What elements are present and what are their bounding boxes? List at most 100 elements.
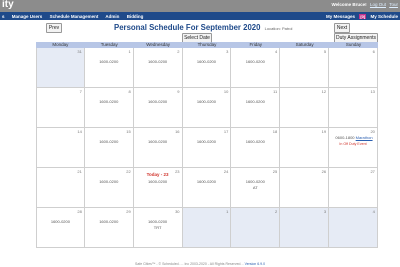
- shift-time[interactable]: 1600-0200: [37, 219, 84, 224]
- day-number: 3: [226, 49, 229, 54]
- shift-time[interactable]: 1600-0200: [183, 99, 231, 104]
- calendar-day-cell[interactable]: 23 Today - 23 1600-0200: [133, 168, 183, 208]
- page-title-text: Personal Schedule For September 2020: [114, 23, 261, 32]
- shift-time[interactable]: 1600-0200: [134, 139, 182, 144]
- day-number: 15: [126, 129, 131, 134]
- day-number: 6: [372, 49, 375, 54]
- shift-time[interactable]: 1600-0200: [85, 99, 133, 104]
- day-number: 25: [272, 169, 278, 174]
- nav-item-partial[interactable]: s: [2, 14, 5, 19]
- calendar-day-cell[interactable]: 18 1600-0200: [231, 128, 281, 168]
- event-link-marathon[interactable]: Marathon: [356, 135, 373, 140]
- event-entry: 0600-1800 Marathon: [331, 135, 377, 140]
- shift-time[interactable]: 1600-0200: [134, 219, 182, 224]
- shift-time[interactable]: 1600-0200: [231, 179, 279, 184]
- calendar-day-cell[interactable]: 15 1600-0200: [84, 128, 134, 168]
- calendar-day-cell[interactable]: 8 1600-0200: [84, 88, 134, 128]
- calendar-day-cell[interactable]: 9 1600-0200: [133, 88, 183, 128]
- shift-time[interactable]: 1600-0200: [231, 59, 279, 64]
- calendar-body: 31 1 1600-0200 2 1600-0200 3 1600-0200 4 1600-02…: [36, 48, 378, 248]
- calendar-day-cell[interactable]: 29 1600-0200: [84, 208, 134, 248]
- top-bar: ity Welcome Bruce! Log Out Tour: [0, 0, 400, 12]
- day-number: 19: [321, 129, 327, 134]
- calendar-day-cell[interactable]: 16 1600-0200: [133, 128, 183, 168]
- calendar-day-cell[interactable]: 4: [329, 208, 378, 248]
- nav-item-schedule-management[interactable]: Schedule Management: [50, 14, 99, 19]
- day-number: 2: [274, 209, 278, 214]
- nav-item-manage-users[interactable]: Manage Users: [12, 14, 43, 19]
- shift-time[interactable]: 1600-0200: [85, 179, 133, 184]
- calendar-day-cell[interactable]: 3: [280, 208, 330, 248]
- tour-link[interactable]: Tour: [389, 2, 398, 7]
- shift-time[interactable]: 1600-0200: [85, 59, 133, 64]
- calendar-day-cell[interactable]: 3 1600-0200: [182, 48, 232, 88]
- calendar-day-cell[interactable]: 27: [329, 168, 378, 208]
- calendar-day-cell[interactable]: 10 1600-0200: [182, 88, 232, 128]
- calendar-day-cell[interactable]: 26: [280, 168, 330, 208]
- day-number: 5: [323, 49, 327, 54]
- shift-time[interactable]: 1600-0200: [231, 139, 279, 144]
- today-label: Today - 23: [146, 172, 169, 177]
- logout-link[interactable]: Log Out: [370, 2, 386, 7]
- calendar-day-cell[interactable]: 12: [280, 88, 330, 128]
- next-month-button[interactable]: Next: [334, 23, 350, 33]
- day-number: 31: [77, 49, 82, 54]
- calendar-day-cell[interactable]: 19: [280, 128, 330, 168]
- day-number: 16: [175, 129, 180, 134]
- day-number: 30: [175, 209, 180, 214]
- calendar-day-cell[interactable]: 5: [280, 48, 330, 88]
- calendar-day-cell[interactable]: 1: [182, 208, 232, 248]
- calendar-day-cell[interactable]: 1 1600-0200: [84, 48, 134, 88]
- calendar-day-cell[interactable]: 25 1600-0200 AT: [231, 168, 281, 208]
- calendar-day-cell[interactable]: 2: [231, 208, 281, 248]
- calendar-day-cell[interactable]: 14: [36, 128, 85, 168]
- nav-item-my-schedule[interactable]: My Schedule: [370, 14, 398, 19]
- calendar-day-cell[interactable]: 22 1600-0200: [84, 168, 134, 208]
- day-number: 17: [223, 129, 229, 134]
- calendar-day-cell[interactable]: 4 1600-0200: [231, 48, 281, 88]
- day-number: 7: [79, 89, 82, 94]
- day-number: 1: [128, 49, 131, 54]
- shift-time[interactable]: 1600-0200: [134, 179, 182, 184]
- day-number: 29: [126, 209, 131, 214]
- calendar-day-cell[interactable]: 21: [36, 168, 85, 208]
- calendar-day-cell[interactable]: 7: [36, 88, 85, 128]
- calendar-day-cell[interactable]: 11 1600-0200: [231, 88, 281, 128]
- calendar-day-cell[interactable]: 2 1600-0200: [133, 48, 183, 88]
- shift-time[interactable]: 1600-0200: [183, 179, 231, 184]
- calendar-day-cell[interactable]: 31: [36, 48, 85, 88]
- calendar-day-cell[interactable]: 30 1600-0200 TRT: [133, 208, 183, 248]
- day-number: 18: [272, 129, 278, 134]
- calendar-week-row: 7 8 1600-0200 9 1600-0200 10 1600-0200 11 1600-0…: [36, 88, 378, 128]
- day-number: 11: [273, 89, 278, 94]
- day-number: 9: [177, 89, 180, 94]
- calendar-day-cell[interactable]: 24 1600-0200: [182, 168, 232, 208]
- calendar-day-cell[interactable]: 28 1600-0200: [36, 208, 85, 248]
- shift-time[interactable]: 1600-0200: [183, 59, 231, 64]
- day-number: 27: [370, 169, 375, 174]
- shift-time[interactable]: 1600-0200: [134, 59, 182, 64]
- calendar-day-cell[interactable]: 13: [329, 88, 378, 128]
- shift-time[interactable]: 1600-0200: [85, 219, 133, 224]
- day-number: 4: [274, 49, 278, 54]
- app-title: ity: [2, 0, 14, 10]
- nav-item-admin[interactable]: Admin: [105, 14, 119, 19]
- calendar-day-cell[interactable]: 6: [329, 48, 378, 88]
- nav-item-my-messages[interactable]: My Messages: [326, 14, 355, 19]
- shift-time[interactable]: 1600-0200: [85, 139, 133, 144]
- day-number: 8: [128, 89, 131, 94]
- day-number: 22: [126, 169, 131, 174]
- calendar-day-cell[interactable]: 20 0600-1800 Marathon In Off Duty Event: [329, 128, 378, 168]
- shift-time[interactable]: 1600-0200: [231, 99, 279, 104]
- page-title: Personal Schedule For September 2020 Loc…: [114, 23, 292, 32]
- shift-code: TRT: [153, 225, 162, 230]
- footer-version-link[interactable]: Version 6.9.0: [245, 262, 265, 266]
- nav-item-bidding[interactable]: Bidding: [127, 14, 144, 19]
- prev-month-button[interactable]: Prev: [46, 23, 62, 33]
- calendar-grid: Monday Tuesday Wednesday Thursday Friday…: [36, 42, 378, 248]
- shift-code: AT: [252, 185, 258, 190]
- calendar-day-cell[interactable]: 17 1600-0200: [182, 128, 232, 168]
- off-duty-note: In Off Duty Event: [339, 142, 367, 146]
- shift-time[interactable]: 1600-0200: [134, 99, 182, 104]
- shift-time[interactable]: 1600-0200: [183, 139, 231, 144]
